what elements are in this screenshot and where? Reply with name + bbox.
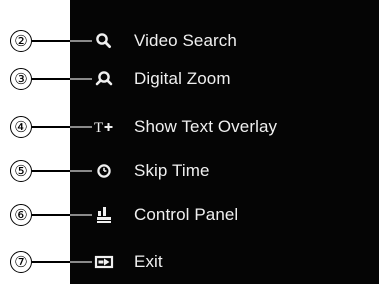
callout-leader-line-inner [70,214,92,216]
menu-item-label: Video Search [134,31,237,50]
menu-item-label: Skip Time [134,161,210,180]
menu-item-exit[interactable]: Exit [92,246,372,278]
callout-number: ④ [10,116,32,138]
menu-item-show-text-overlay[interactable]: T Show Text Overlay [92,111,372,143]
text-overlay-icon: T [92,115,116,139]
callout-number: ② [10,30,32,52]
callout-leader-line-inner [70,78,92,80]
menu-item-label: Exit [134,252,163,271]
callout-number: ⑤ [10,160,32,182]
callout-leader-line-inner [70,40,92,42]
menu-item-label: Show Text Overlay [134,117,278,136]
callout-leader-line [32,126,70,128]
menu-item-label: Control Panel [134,205,239,224]
clock-icon [92,159,116,183]
callout-leader-line [32,78,70,80]
callout-leader-line-inner [70,170,92,172]
menu-item-digital-zoom[interactable]: Digital Zoom [92,63,372,95]
digital-zoom-icon [92,67,116,91]
menu-item-video-search[interactable]: Video Search [92,25,372,57]
callout-number: ③ [10,68,32,90]
callout-leader-line [32,40,70,42]
callout-leader-line [32,170,70,172]
callout-leader-line [32,214,70,216]
svg-text:T: T [94,120,103,136]
exit-icon [92,250,116,274]
callout-leader-line [32,261,70,263]
menu-item-label: Digital Zoom [134,69,231,88]
callout-number: ⑥ [10,204,32,226]
callout-number: ⑦ [10,251,32,273]
callout-leader-line-inner [70,261,92,263]
menu-item-skip-time[interactable]: Skip Time [92,155,372,187]
menu-item-control-panel[interactable]: Control Panel [92,199,372,231]
callout-leader-line-inner [70,126,92,128]
search-icon [92,29,116,53]
control-panel-icon [92,203,116,227]
